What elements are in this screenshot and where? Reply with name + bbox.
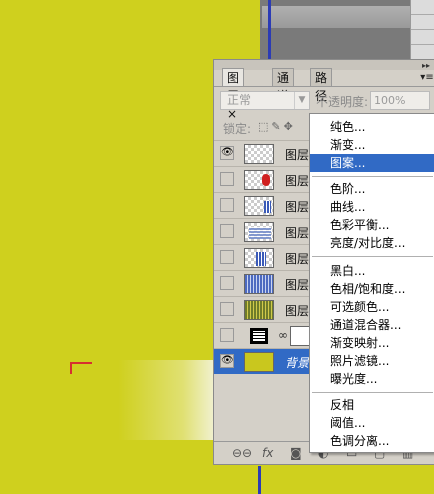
mask-icon[interactable]: ◙ xyxy=(290,446,302,460)
right-toolbar[interactable] xyxy=(410,0,434,60)
eye-icon[interactable]: 👁 xyxy=(220,354,234,368)
menu-item-selective-color[interactable]: 可选颜色... xyxy=(310,298,434,316)
layer-name: 图层 xyxy=(285,278,310,292)
visibility-toggle[interactable] xyxy=(220,224,234,238)
document-title-bar[interactable] xyxy=(262,6,410,28)
layer-name: 背景 xyxy=(285,356,310,370)
layer-thumbnail xyxy=(244,144,274,164)
visibility-toggle[interactable] xyxy=(220,276,234,290)
fx-icon[interactable]: fx xyxy=(262,446,273,460)
layer-name: 图层 xyxy=(285,200,310,214)
layer-thumbnail xyxy=(244,170,274,190)
layer-thumbnail xyxy=(244,274,274,294)
tab-layers[interactable]: 图层 × xyxy=(222,68,245,121)
visibility-toggle[interactable] xyxy=(220,328,234,342)
opacity-label: 不透明度: xyxy=(316,95,369,109)
menu-item-levels[interactable]: 色阶... xyxy=(310,180,434,198)
menu-separator xyxy=(312,392,433,393)
window-edge-line xyxy=(268,0,271,60)
layer-name: 图层 xyxy=(285,174,310,188)
eye-icon[interactable]: 👁 xyxy=(220,146,234,160)
visibility-toggle[interactable] xyxy=(220,198,234,212)
menu-item-posterize[interactable]: 色调分离... xyxy=(310,432,434,450)
menu-item-invert[interactable]: 反相 xyxy=(310,396,434,414)
menu-item-hue-saturation[interactable]: 色相/饱和度... xyxy=(310,280,434,298)
menu-item-channel-mixer[interactable]: 通道混合器... xyxy=(310,316,434,334)
tab-divider xyxy=(214,86,434,87)
canvas-gradient-highlight xyxy=(0,360,215,440)
menu-item-photo-filter[interactable]: 照片滤镜... xyxy=(310,352,434,370)
menu-item-pattern[interactable]: 图案... xyxy=(310,154,434,172)
menu-item-color-balance[interactable]: 色彩平衡... xyxy=(310,216,434,234)
layer-thumbnail xyxy=(244,248,274,268)
visibility-toggle[interactable] xyxy=(220,302,234,316)
lock-label: 锁定: xyxy=(223,122,252,136)
layer-thumbnail xyxy=(244,352,274,372)
menu-item-exposure[interactable]: 曝光度... xyxy=(310,370,434,388)
lock-paint-icon[interactable]: ✎ xyxy=(271,120,283,133)
opacity-input[interactable]: 100% xyxy=(370,91,430,110)
panel-menu-icon[interactable]: ▾≡ xyxy=(420,72,434,86)
adjustment-layer-menu: 纯色... 渐变... 图案... 色阶... 曲线... 色彩平衡... 亮度… xyxy=(309,113,434,453)
visibility-toggle[interactable] xyxy=(220,172,234,186)
visibility-toggle[interactable] xyxy=(220,250,234,264)
blend-mode-select[interactable]: 正常 ▼ xyxy=(220,91,310,110)
menu-item-gradient[interactable]: 渐变... xyxy=(310,136,434,154)
lock-icons[interactable]: ⬚✎✥ xyxy=(258,120,296,133)
chevron-down-icon: ▼ xyxy=(294,92,309,109)
link-icon[interactable]: ⊖⊖ xyxy=(232,446,252,460)
menu-item-curves[interactable]: 曲线... xyxy=(310,198,434,216)
layer-name: 图层 xyxy=(285,304,310,318)
layer-name: 图层 xyxy=(285,148,310,162)
layer-thumbnail xyxy=(244,196,274,216)
layer-name: 图层 xyxy=(285,226,310,240)
collapse-icon[interactable]: ▸▸ xyxy=(422,61,430,70)
menu-separator xyxy=(312,256,433,257)
menu-item-gradient-map[interactable]: 渐变映射... xyxy=(310,334,434,352)
menu-item-black-white[interactable]: 黑白... xyxy=(310,262,434,280)
layer-name: 图层 xyxy=(285,252,310,266)
layer-thumbnail xyxy=(244,300,274,320)
menu-item-solid-color[interactable]: 纯色... xyxy=(310,118,434,136)
lock-transparent-icon[interactable]: ⬚ xyxy=(258,120,271,133)
tab-paths[interactable]: 路径 xyxy=(310,68,333,103)
tab-channels[interactable]: 通道 xyxy=(272,68,295,103)
menu-item-threshold[interactable]: 阈值... xyxy=(310,414,434,432)
selection-marker xyxy=(70,362,92,374)
menu-separator xyxy=(312,176,433,177)
chain-link-icon[interactable]: ∞ xyxy=(278,328,288,342)
menu-item-brightness-contrast[interactable]: 亮度/对比度... xyxy=(310,234,434,252)
adjustment-thumbnail xyxy=(250,328,268,344)
window-edge-line-bottom xyxy=(258,466,261,494)
layer-thumbnail xyxy=(244,222,274,242)
lock-move-icon[interactable]: ✥ xyxy=(284,120,296,133)
